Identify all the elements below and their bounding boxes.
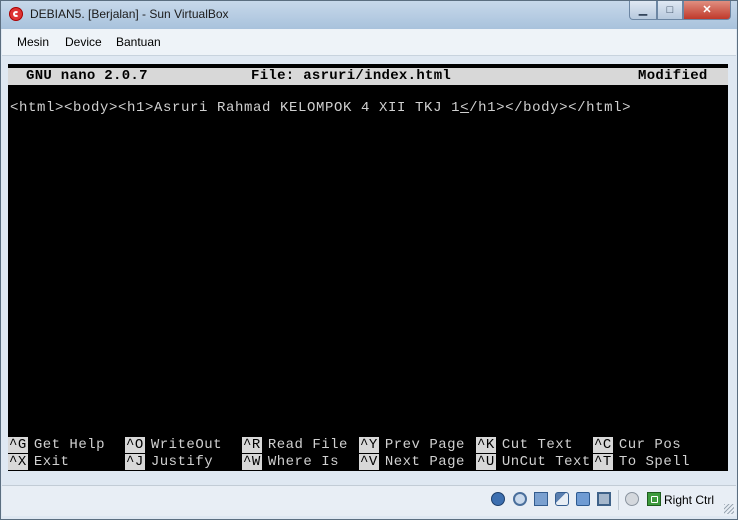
shortcut-get-help: ^G Get Help: [8, 437, 105, 453]
host-key-label: Right Ctrl: [664, 493, 715, 507]
menu-device[interactable]: Device: [65, 35, 102, 49]
mouse-integration-icon[interactable]: [625, 492, 639, 506]
nano-shortcut-bar: ^G Get Help ^O WriteOut ^R Read File ^Y Prev…: [8, 437, 728, 471]
usb-icon[interactable]: [555, 492, 569, 506]
status-divider: [618, 490, 619, 510]
shortcut-label: Cur Pos: [618, 437, 682, 453]
nano-title-bar: GNU nano 2.0.7 File: asruri/index.html M…: [8, 68, 728, 85]
menu-bantuan[interactable]: Bantuan: [116, 35, 161, 49]
text-before-cursor: <html><body><h1>Asruri Rahmad KELOMPOK 4…: [10, 100, 461, 116]
shortcut-label: Read File: [267, 437, 348, 453]
shortcut-key: ^Y: [359, 437, 379, 453]
editor-text-line[interactable]: <html><body><h1>Asruri Rahmad KELOMPOK 4…: [10, 100, 631, 116]
menu-bar: Mesin Device Bantuan: [2, 29, 736, 56]
text-cursor: <: [460, 100, 470, 116]
shortcut-label: Where Is: [267, 454, 340, 470]
shortcut-exit: ^X Exit: [8, 454, 69, 470]
shortcut-key: ^W: [242, 454, 262, 470]
shortcut-uncut-text: ^U UnCut Text: [476, 454, 591, 470]
resize-grip[interactable]: [724, 504, 734, 514]
text-after-cursor: /h1></body></html>: [469, 100, 632, 116]
shortcut-where-is: ^W Where Is: [242, 454, 339, 470]
nano-version: GNU nano 2.0.7: [26, 68, 148, 84]
shortcut-cut-text: ^K Cut Text: [476, 437, 573, 453]
shortcut-label: Get Help: [33, 437, 106, 453]
shortcut-key: ^C: [593, 437, 613, 453]
shortcut-to-spell: ^T To Spell: [593, 454, 690, 470]
shortcut-key: ^J: [125, 454, 145, 470]
shortcut-read-file: ^R Read File: [242, 437, 348, 453]
shortcut-label: Justify: [150, 454, 214, 470]
menu-mesin[interactable]: Mesin: [17, 35, 49, 49]
shortcut-key: ^T: [593, 454, 613, 470]
shortcut-key: ^K: [476, 437, 496, 453]
hard-disk-icon[interactable]: [491, 492, 505, 506]
title-bar[interactable]: DEBIAN5. [Berjalan] - Sun VirtualBox ▁ □…: [1, 1, 737, 29]
debian-app-icon[interactable]: [9, 7, 23, 21]
shortcut-next-page: ^V Next Page: [359, 454, 465, 470]
shortcut-label: UnCut Text: [501, 454, 591, 470]
nano-modified-status: Modified: [638, 68, 708, 84]
cd-dvd-icon[interactable]: [513, 492, 527, 506]
vm-status-bar: Right Ctrl: [2, 485, 736, 516]
shortcut-label: Cut Text: [501, 437, 574, 453]
shortcut-label: Next Page: [384, 454, 465, 470]
nano-filename: File: asruri/index.html: [251, 68, 452, 84]
shortcut-label: Prev Page: [384, 437, 465, 453]
virtualbox-window: DEBIAN5. [Berjalan] - Sun VirtualBox ▁ □…: [0, 0, 738, 520]
shortcut-prev-page: ^Y Prev Page: [359, 437, 465, 453]
shortcut-key: ^U: [476, 454, 496, 470]
shortcut-label: To Spell: [618, 454, 691, 470]
shortcut-key: ^G: [8, 437, 28, 453]
virtualization-icon: [597, 492, 611, 506]
vm-screen[interactable]: GNU nano 2.0.7 File: asruri/index.html M…: [8, 64, 728, 471]
shortcut-key: ^R: [242, 437, 262, 453]
minimize-button[interactable]: ▁: [629, 1, 657, 20]
shortcut-label: WriteOut: [150, 437, 223, 453]
shortcut-label: Exit: [33, 454, 70, 470]
shortcut-justify: ^J Justify: [125, 454, 213, 470]
shortcut-cur-pos: ^C Cur Pos: [593, 437, 681, 453]
shortcut-writeout: ^O WriteOut: [125, 437, 222, 453]
network-icon[interactable]: [534, 492, 548, 506]
shortcut-key: ^X: [8, 454, 28, 470]
close-button[interactable]: ✕: [683, 1, 731, 20]
maximize-button[interactable]: □: [657, 1, 683, 20]
keyboard-capture-icon: [647, 492, 661, 506]
shortcut-key: ^V: [359, 454, 379, 470]
shared-folders-icon[interactable]: [576, 492, 590, 506]
window-title: DEBIAN5. [Berjalan] - Sun VirtualBox: [30, 7, 229, 21]
shortcut-key: ^O: [125, 437, 145, 453]
